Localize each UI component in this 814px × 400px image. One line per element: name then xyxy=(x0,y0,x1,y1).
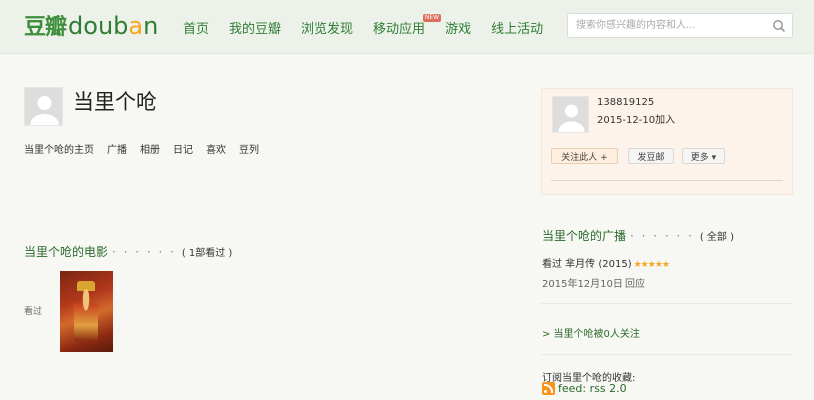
rss-icon xyxy=(542,382,555,395)
follow-button[interactable]: 关注此人 + xyxy=(551,148,618,164)
profile-nav-home[interactable]: 当里个呛的主页 xyxy=(24,145,94,156)
side-divider xyxy=(551,180,783,181)
divider xyxy=(541,354,793,355)
movies-count[interactable]: ( 1部看过 ) xyxy=(182,248,233,259)
divider xyxy=(541,303,793,304)
logo-english: douban xyxy=(68,12,159,40)
profile-nav-doulist[interactable]: 豆列 xyxy=(239,145,259,156)
broadcast-all-link[interactable]: ( 全部 ) xyxy=(700,232,734,243)
rss-feed-link[interactable]: feed: rss 2.0 xyxy=(542,382,627,395)
nav-online-events[interactable]: 线上活动 xyxy=(491,18,543,37)
broadcast-title[interactable]: 当里个呛的广播 xyxy=(542,229,626,243)
nav-my-douban[interactable]: 我的豆瓣 xyxy=(229,18,281,37)
seen-label: 看过 xyxy=(24,307,43,317)
nav-mobile-apps-label: 移动应用 xyxy=(373,22,426,37)
search-icon[interactable] xyxy=(772,19,786,33)
main-nav: 首页 我的豆瓣 浏览发现 移动应用 NEW 游戏 线上活动 xyxy=(183,14,563,37)
nav-games[interactable]: 游戏 xyxy=(445,18,471,37)
poster-figure xyxy=(74,289,98,341)
followers-link[interactable]: > 当里个呛被0人关注 xyxy=(542,325,640,340)
movies-title[interactable]: 当里个呛的电影 xyxy=(24,245,108,259)
profile-nav-broadcast[interactable]: 广播 xyxy=(107,145,127,156)
movies-dots: · · · · · · xyxy=(112,245,176,259)
default-avatar-icon xyxy=(553,97,588,132)
broadcast-date[interactable]: 2015年12月10日 xyxy=(542,275,623,290)
profile-nav: 当里个呛的主页 广播 相册 日记 喜欢 豆列 xyxy=(24,141,272,156)
profile-nav-diary[interactable]: 日记 xyxy=(173,145,193,156)
user-avatar[interactable] xyxy=(24,87,63,126)
page-title: 当里个呛 xyxy=(73,90,157,114)
sidebar-avatar[interactable] xyxy=(552,96,589,133)
default-avatar-icon xyxy=(25,88,62,125)
join-date: 2015-12-10加入 xyxy=(597,115,676,126)
send-doumail-button[interactable]: 发豆邮 xyxy=(628,148,674,164)
search-box xyxy=(567,13,793,38)
profile-nav-album[interactable]: 相册 xyxy=(140,145,160,156)
broadcast-item: 看过 芈月传 (2015) ★★★★★ xyxy=(542,255,670,270)
broadcast-section-title: 当里个呛的广播 · · · · · · ( 全部 ) xyxy=(542,227,734,244)
more-button[interactable]: 更多 ▾ xyxy=(682,148,725,164)
movies-section-title: 当里个呛的电影 · · · · · · ( 1部看过 ) xyxy=(24,243,232,260)
nav-explore[interactable]: 浏览发现 xyxy=(301,18,353,37)
logo-chinese: 豆瓣 xyxy=(24,15,67,40)
broadcast-reply-link[interactable]: 回应 xyxy=(625,275,645,290)
user-id: 138819125 xyxy=(597,97,655,108)
movie-poster[interactable] xyxy=(60,271,113,352)
broadcast-dots: · · · · · · xyxy=(630,229,694,243)
broadcast-item-text[interactable]: 看过 芈月传 (2015) xyxy=(542,259,632,270)
nav-mobile-apps[interactable]: 移动应用 NEW xyxy=(373,14,442,37)
search-input[interactable] xyxy=(568,14,764,37)
douban-logo[interactable]: 豆瓣 douban xyxy=(24,9,158,41)
top-header: 豆瓣 douban 首页 我的豆瓣 浏览发现 移动应用 NEW 游戏 线上活动 xyxy=(0,0,814,54)
nav-home[interactable]: 首页 xyxy=(183,18,209,37)
new-badge: NEW xyxy=(422,14,442,22)
rating-stars-icon: ★★★★★ xyxy=(633,260,670,270)
rss-feed-label: feed: rss 2.0 xyxy=(558,382,627,395)
profile-nav-likes[interactable]: 喜欢 xyxy=(206,145,226,156)
